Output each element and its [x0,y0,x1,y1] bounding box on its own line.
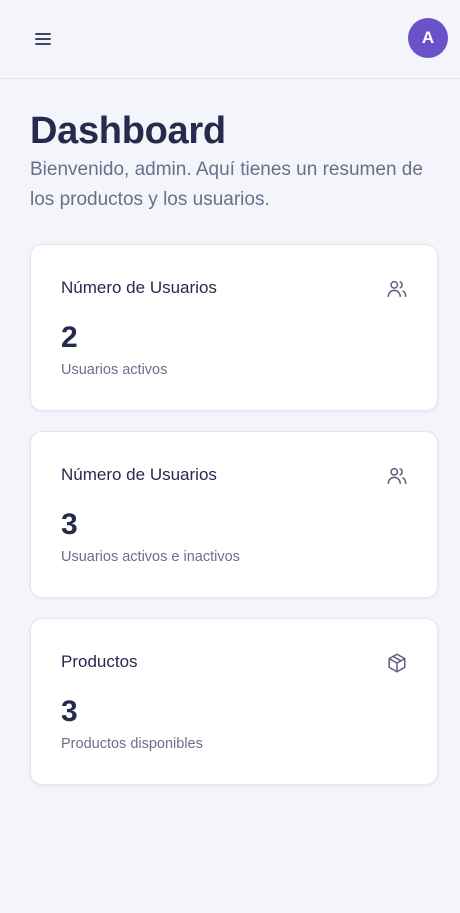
card-total-users: Número de Usuarios 3 Usuarios activos e … [30,431,438,598]
users-icon [387,467,407,485]
top-bar: A [0,0,460,79]
user-avatar[interactable]: A [408,18,448,58]
page-title: Dashboard [30,110,226,152]
card-description: Productos disponibles [61,736,203,752]
card-value: 2 [61,321,78,354]
card-title: Número de Usuarios [61,278,217,297]
card-description: Usuarios activos e inactivos [61,549,240,565]
users-icon [387,280,407,298]
card-active-users: Número de Usuarios 2 Usuarios activos [30,244,438,411]
card-title: Productos [61,652,138,671]
card-description: Usuarios activos [61,362,168,378]
card-value: 3 [61,508,78,541]
card-title: Número de Usuarios [61,465,217,484]
menu-button[interactable] [30,27,56,51]
package-icon [388,653,406,673]
page-subtitle: Bienvenido, admin. Aquí tienes un resume… [30,159,423,210]
hamburger-menu-icon [35,33,51,45]
card-value: 3 [61,695,78,728]
card-products: Productos 3 Productos disponibles [30,618,438,785]
